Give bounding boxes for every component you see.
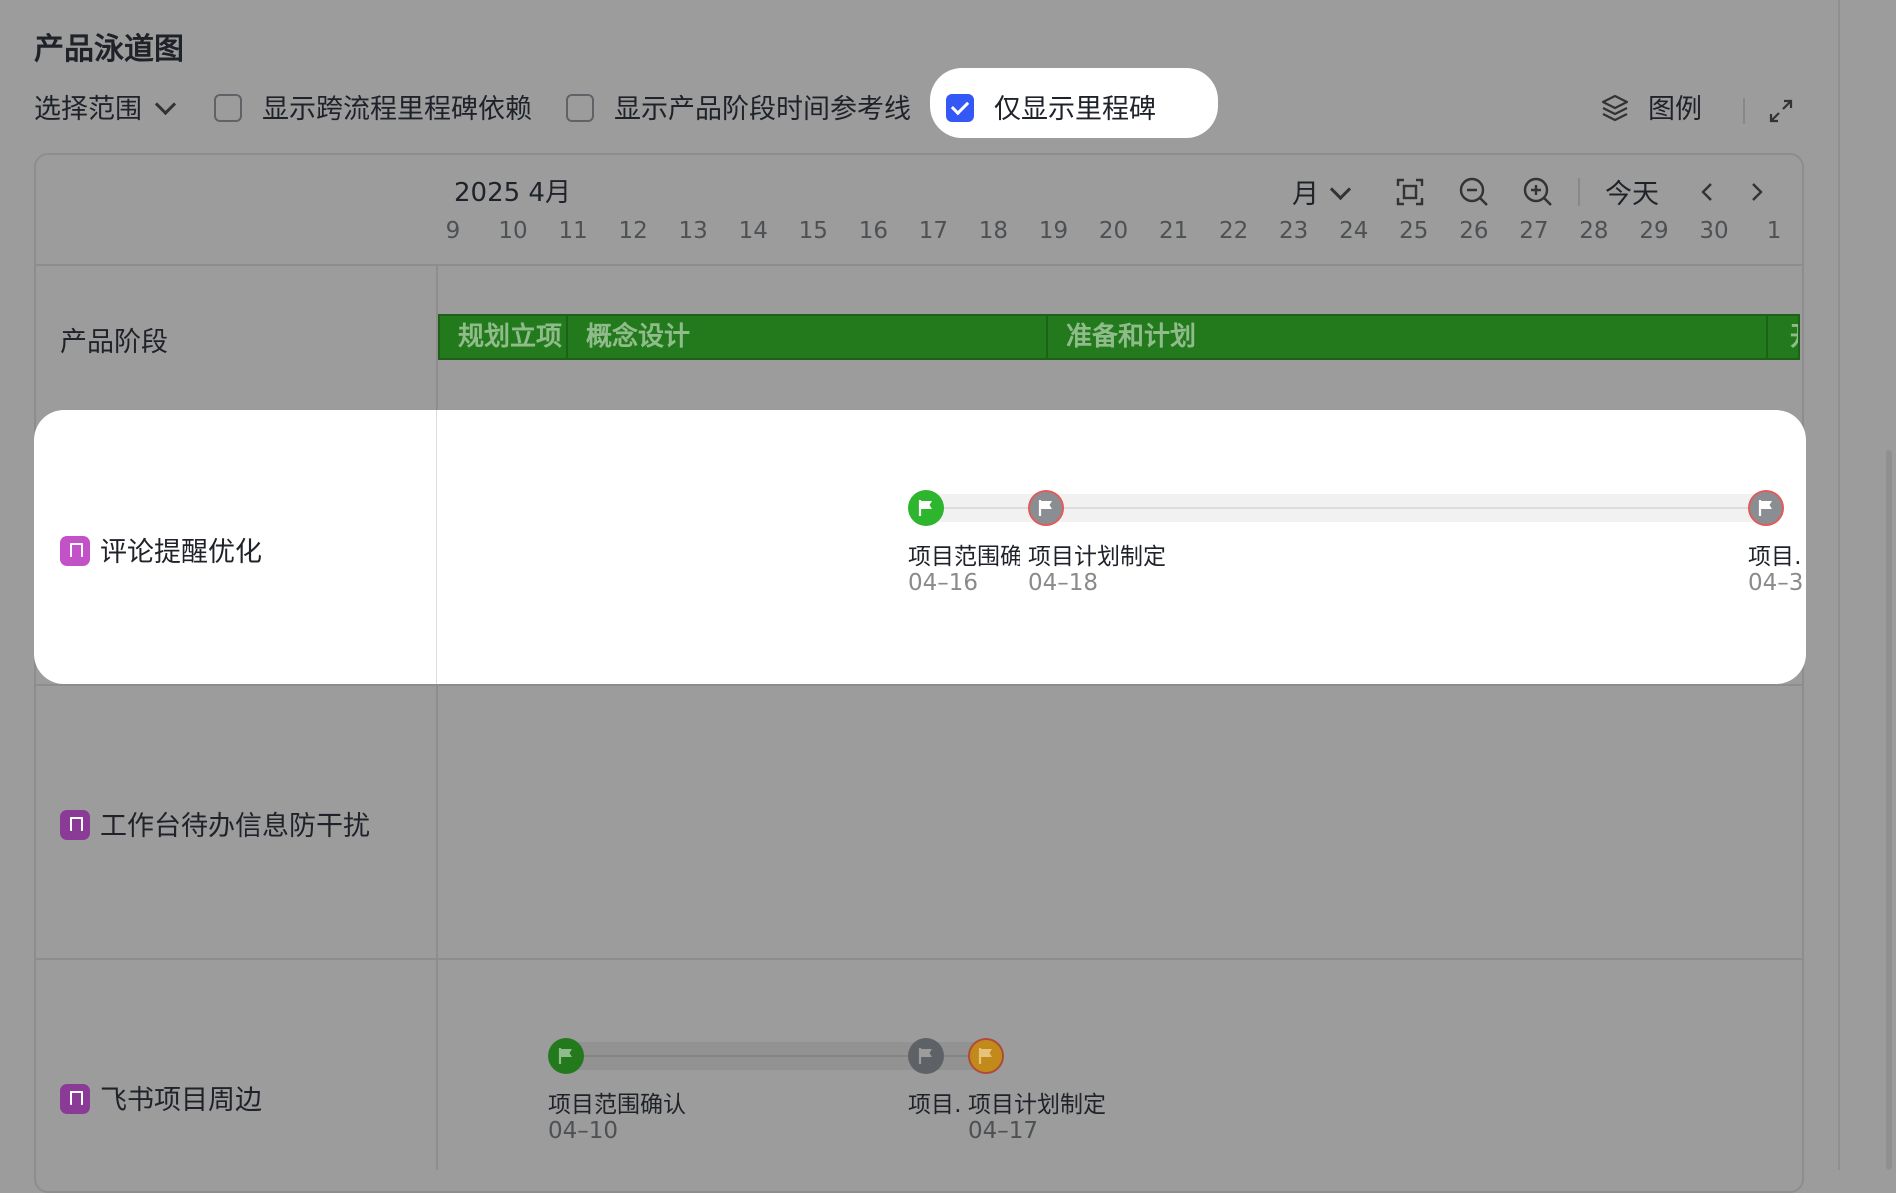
chevron-right-icon[interactable] [1736,172,1776,212]
timeline-day: 17 [918,218,949,244]
expand-icon[interactable] [1766,96,1796,126]
cross-flow-dependency-label: 显示跨流程里程碑依赖 [262,94,532,125]
row-name: 工作台待办信息防干扰 [100,811,370,842]
timeline-day: 28 [1579,218,1609,244]
timeline-day: 13 [678,218,708,244]
timeline-day: 25 [1399,218,1429,244]
timeline-day: 29 [1639,218,1669,244]
toolbar-divider [1578,178,1580,206]
zoom-unit-select[interactable]: 月 [1292,172,1352,211]
milestone-label[interactable]: 项目计划制定 [968,1085,1106,1119]
flag-icon [558,1048,572,1064]
timeline-day: 15 [798,218,828,244]
row-name: 飞书项目周边 [100,1085,262,1116]
checkbox-checked-icon[interactable] [946,93,974,122]
milestone-date: 04–18 [1028,570,1099,596]
milestone-done[interactable] [548,1038,584,1074]
phase-reference-line-label: 显示产品阶段时间参考线 [614,94,911,125]
checkbox-icon[interactable] [566,93,594,122]
timeline-day: 26 [1459,218,1489,244]
timeline-day: 18 [978,218,1009,244]
zoom-in-icon[interactable] [1518,172,1558,212]
flag-icon [918,1048,932,1064]
timeline-day: 19 [1038,218,1069,244]
milestone-date: 04–17 [968,1118,1039,1144]
milestone-overdue[interactable] [1028,490,1064,526]
bookmark-icon [60,535,90,566]
timeline-day: 10 [498,218,528,244]
timeline-day: 23 [1279,218,1309,244]
milestone-overdue[interactable] [1748,490,1784,526]
timeline-day: 22 [1219,218,1249,244]
row-divider [36,958,1802,960]
phase-reference-line-checkbox[interactable]: 显示产品阶段时间参考线 [566,88,911,132]
phase-row-label: 产品阶段 [60,327,168,358]
milestone-label[interactable]: 项目范围确认 [908,537,1020,571]
page-scrollbar[interactable] [1886,450,1892,1170]
row-name: 评论提醒优化 [100,537,262,568]
phase-planning[interactable]: 规划立项 [440,316,568,358]
timeline-day: 30 [1699,218,1729,244]
timeline-day: 16 [858,218,888,244]
milestone-date: 04–10 [548,1118,619,1144]
row-label-comment-reminder[interactable]: 评论提醒优化 [60,530,262,569]
only-milestones-label: 仅显示里程碑 [994,94,1156,125]
label-column-divider [436,264,438,1170]
flag-icon [978,1048,992,1064]
checkbox-icon[interactable] [214,93,242,122]
milestone-label[interactable]: 项目… [908,1085,964,1119]
chevron-down-icon [1329,178,1352,201]
label-column-divider [436,410,437,684]
timeline-day: 11 [558,218,588,244]
timeline-day: 27 [1519,218,1549,244]
legend-label: 图例 [1648,94,1702,125]
milestone-done[interactable] [908,490,944,526]
toolbar-divider [1743,98,1745,124]
today-button[interactable]: 今天 [1605,172,1659,211]
row-label-feishu-project[interactable]: 飞书项目周边 [60,1078,262,1117]
timeline-day: 14 [738,218,768,244]
phase-development[interactable]: 开 [1768,316,1798,358]
timeline-day: 24 [1339,218,1369,244]
timeline-day: 12 [618,218,648,244]
legend-button[interactable]: 图例 [1600,88,1702,132]
header-divider [36,264,1802,266]
bookmark-icon [60,809,90,840]
timeline-day: 9 [445,218,461,244]
only-milestones-checkbox[interactable]: 仅显示里程碑 [946,88,1156,132]
zoom-out-icon[interactable] [1454,172,1494,212]
layers-icon [1601,94,1629,121]
page-title: 产品泳道图 [34,32,184,67]
phase-preparation-planning[interactable]: 准备和计划 [1048,316,1768,358]
flag-icon [1758,500,1772,516]
timeline-month: 2025 4月 [454,178,571,208]
timeline-day: 20 [1098,218,1129,244]
row-divider [36,684,1802,686]
milestone-label[interactable]: 项目计划制定 [1028,537,1166,571]
flag-icon [1038,500,1052,516]
phase-bar[interactable]: 规划立项 概念设计 准备和计划 开 [438,314,1800,360]
range-select-label: 选择范围 [34,94,142,125]
milestone-warning[interactable] [968,1038,1004,1074]
phase-concept-design[interactable]: 概念设计 [568,316,1048,358]
row-label-workbench-todo[interactable]: 工作台待办信息防干扰 [60,804,370,843]
timeline-day: 21 [1158,218,1189,244]
milestone-date: 04–16 [908,570,979,596]
chevron-left-icon[interactable] [1688,172,1728,212]
milestone-pending[interactable] [908,1038,944,1074]
timeline-day: 1 [1766,218,1782,244]
cross-flow-dependency-checkbox[interactable]: 显示跨流程里程碑依赖 [214,88,532,132]
flag-icon [918,500,932,516]
range-select[interactable]: 选择范围 [34,88,177,132]
fit-screen-icon[interactable] [1390,172,1430,212]
milestone-label[interactable]: 项目范围确认 [548,1085,686,1119]
zoom-unit-label: 月 [1292,179,1319,210]
chevron-down-icon [154,93,177,116]
milestone-date: 04–3… [1748,570,1802,596]
bookmark-icon [60,1083,90,1114]
panel-edge [1838,0,1840,1170]
milestone-label[interactable]: 项目… [1748,537,1802,571]
